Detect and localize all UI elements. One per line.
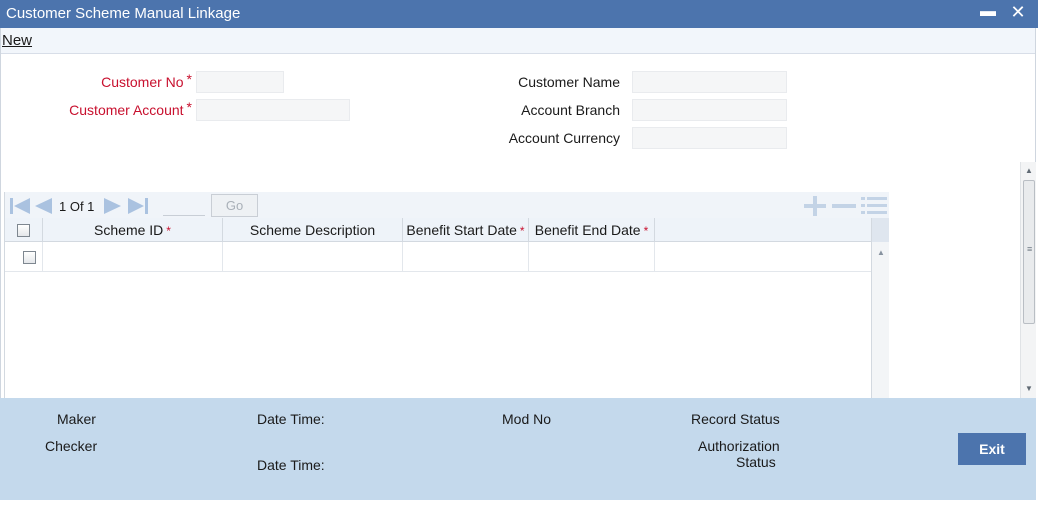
customer-no-label: Customer No *: [101, 71, 192, 90]
authorization-status-label-line1: Authorization: [698, 438, 780, 454]
customer-account-field[interactable]: [196, 99, 350, 121]
page-scrollbar[interactable]: ▲ ≡ ▼: [1020, 162, 1036, 398]
required-marker: *: [186, 71, 192, 87]
checker-date-time-label: Date Time:: [257, 457, 325, 473]
account-branch-field[interactable]: [632, 99, 787, 121]
scrollbar-thumb[interactable]: ≡: [1023, 180, 1035, 324]
table-row: [5, 242, 871, 272]
mod-no-label: Mod No: [502, 411, 552, 427]
column-header-scheme-description[interactable]: Scheme Description: [223, 218, 403, 242]
last-page-icon[interactable]: [127, 197, 149, 219]
scroll-up-icon[interactable]: ▲: [877, 248, 885, 257]
required-marker: *: [519, 224, 525, 238]
minimize-icon[interactable]: ▬: [978, 2, 998, 22]
row-select-cell: [5, 242, 43, 272]
account-branch-label: Account Branch: [521, 102, 620, 118]
grid-scrollbar-header: [872, 218, 889, 242]
customer-name-label: Customer Name: [518, 74, 620, 90]
record-status-label: Record Status: [691, 411, 780, 427]
row-checkbox[interactable]: [23, 251, 36, 264]
menu-bar: New: [0, 28, 1036, 54]
column-header-benefit-end-date[interactable]: Benefit End Date *: [529, 218, 655, 242]
exit-button[interactable]: Exit: [958, 433, 1026, 465]
column-header-benefit-start-date[interactable]: Benefit Start Date *: [403, 218, 529, 242]
grid-scrollbar[interactable]: ▲: [871, 218, 889, 398]
audit-footer: Maker Checker Date Time: Date Time: Mod …: [0, 398, 1036, 500]
grip-icon: ≡: [1027, 244, 1033, 254]
customer-no-field[interactable]: [196, 71, 284, 93]
window-title: Customer Scheme Manual Linkage: [6, 5, 241, 22]
scroll-up-icon[interactable]: ▲: [1025, 166, 1033, 175]
maker-label: Maker: [57, 411, 96, 427]
benefit-end-date-cell[interactable]: [529, 242, 655, 272]
required-marker: *: [643, 224, 649, 238]
required-marker: *: [186, 99, 192, 115]
first-page-icon[interactable]: [9, 197, 31, 219]
account-currency-field[interactable]: [632, 127, 787, 149]
scheme-description-cell[interactable]: [223, 242, 403, 272]
checker-label: Checker: [45, 438, 98, 454]
benefit-start-date-cell[interactable]: [403, 242, 529, 272]
window-title-bar: Customer Scheme Manual Linkage ▬ ✕: [0, 0, 1038, 28]
required-marker: *: [166, 224, 171, 238]
previous-page-icon[interactable]: [33, 197, 53, 219]
maker-date-time-label: Date Time:: [257, 411, 325, 427]
page-indicator: 1 Of 1: [59, 199, 95, 214]
customer-name-field[interactable]: [632, 71, 787, 93]
page-number-input[interactable]: [163, 198, 205, 216]
new-link[interactable]: New: [2, 32, 32, 49]
close-icon[interactable]: ✕: [1008, 2, 1028, 22]
grid-header-row: Scheme ID * Scheme Description Benefit St…: [5, 218, 871, 242]
add-row-icon[interactable]: [803, 196, 827, 219]
select-all-checkbox[interactable]: [17, 224, 30, 237]
account-currency-label: Account Currency: [508, 130, 620, 146]
delete-row-icon[interactable]: [831, 196, 857, 219]
authorization-status-label-line2: Status: [736, 454, 776, 470]
grid-toolbar: 1 Of 1 Go: [5, 192, 889, 218]
scroll-down-icon[interactable]: ▼: [1025, 384, 1033, 393]
next-page-icon[interactable]: [103, 197, 123, 219]
single-view-icon[interactable]: [861, 196, 887, 219]
customer-account-label: Customer Account *: [69, 99, 192, 118]
header-select-cell: [5, 218, 43, 242]
go-button[interactable]: Go: [211, 194, 258, 217]
scheme-id-cell[interactable]: [43, 242, 223, 272]
frame-border-left: [0, 28, 1, 398]
scheme-grid: 1 Of 1 Go Scheme ID* Scheme Description: [4, 192, 889, 398]
column-header-scheme-id[interactable]: Scheme ID *: [43, 218, 223, 242]
